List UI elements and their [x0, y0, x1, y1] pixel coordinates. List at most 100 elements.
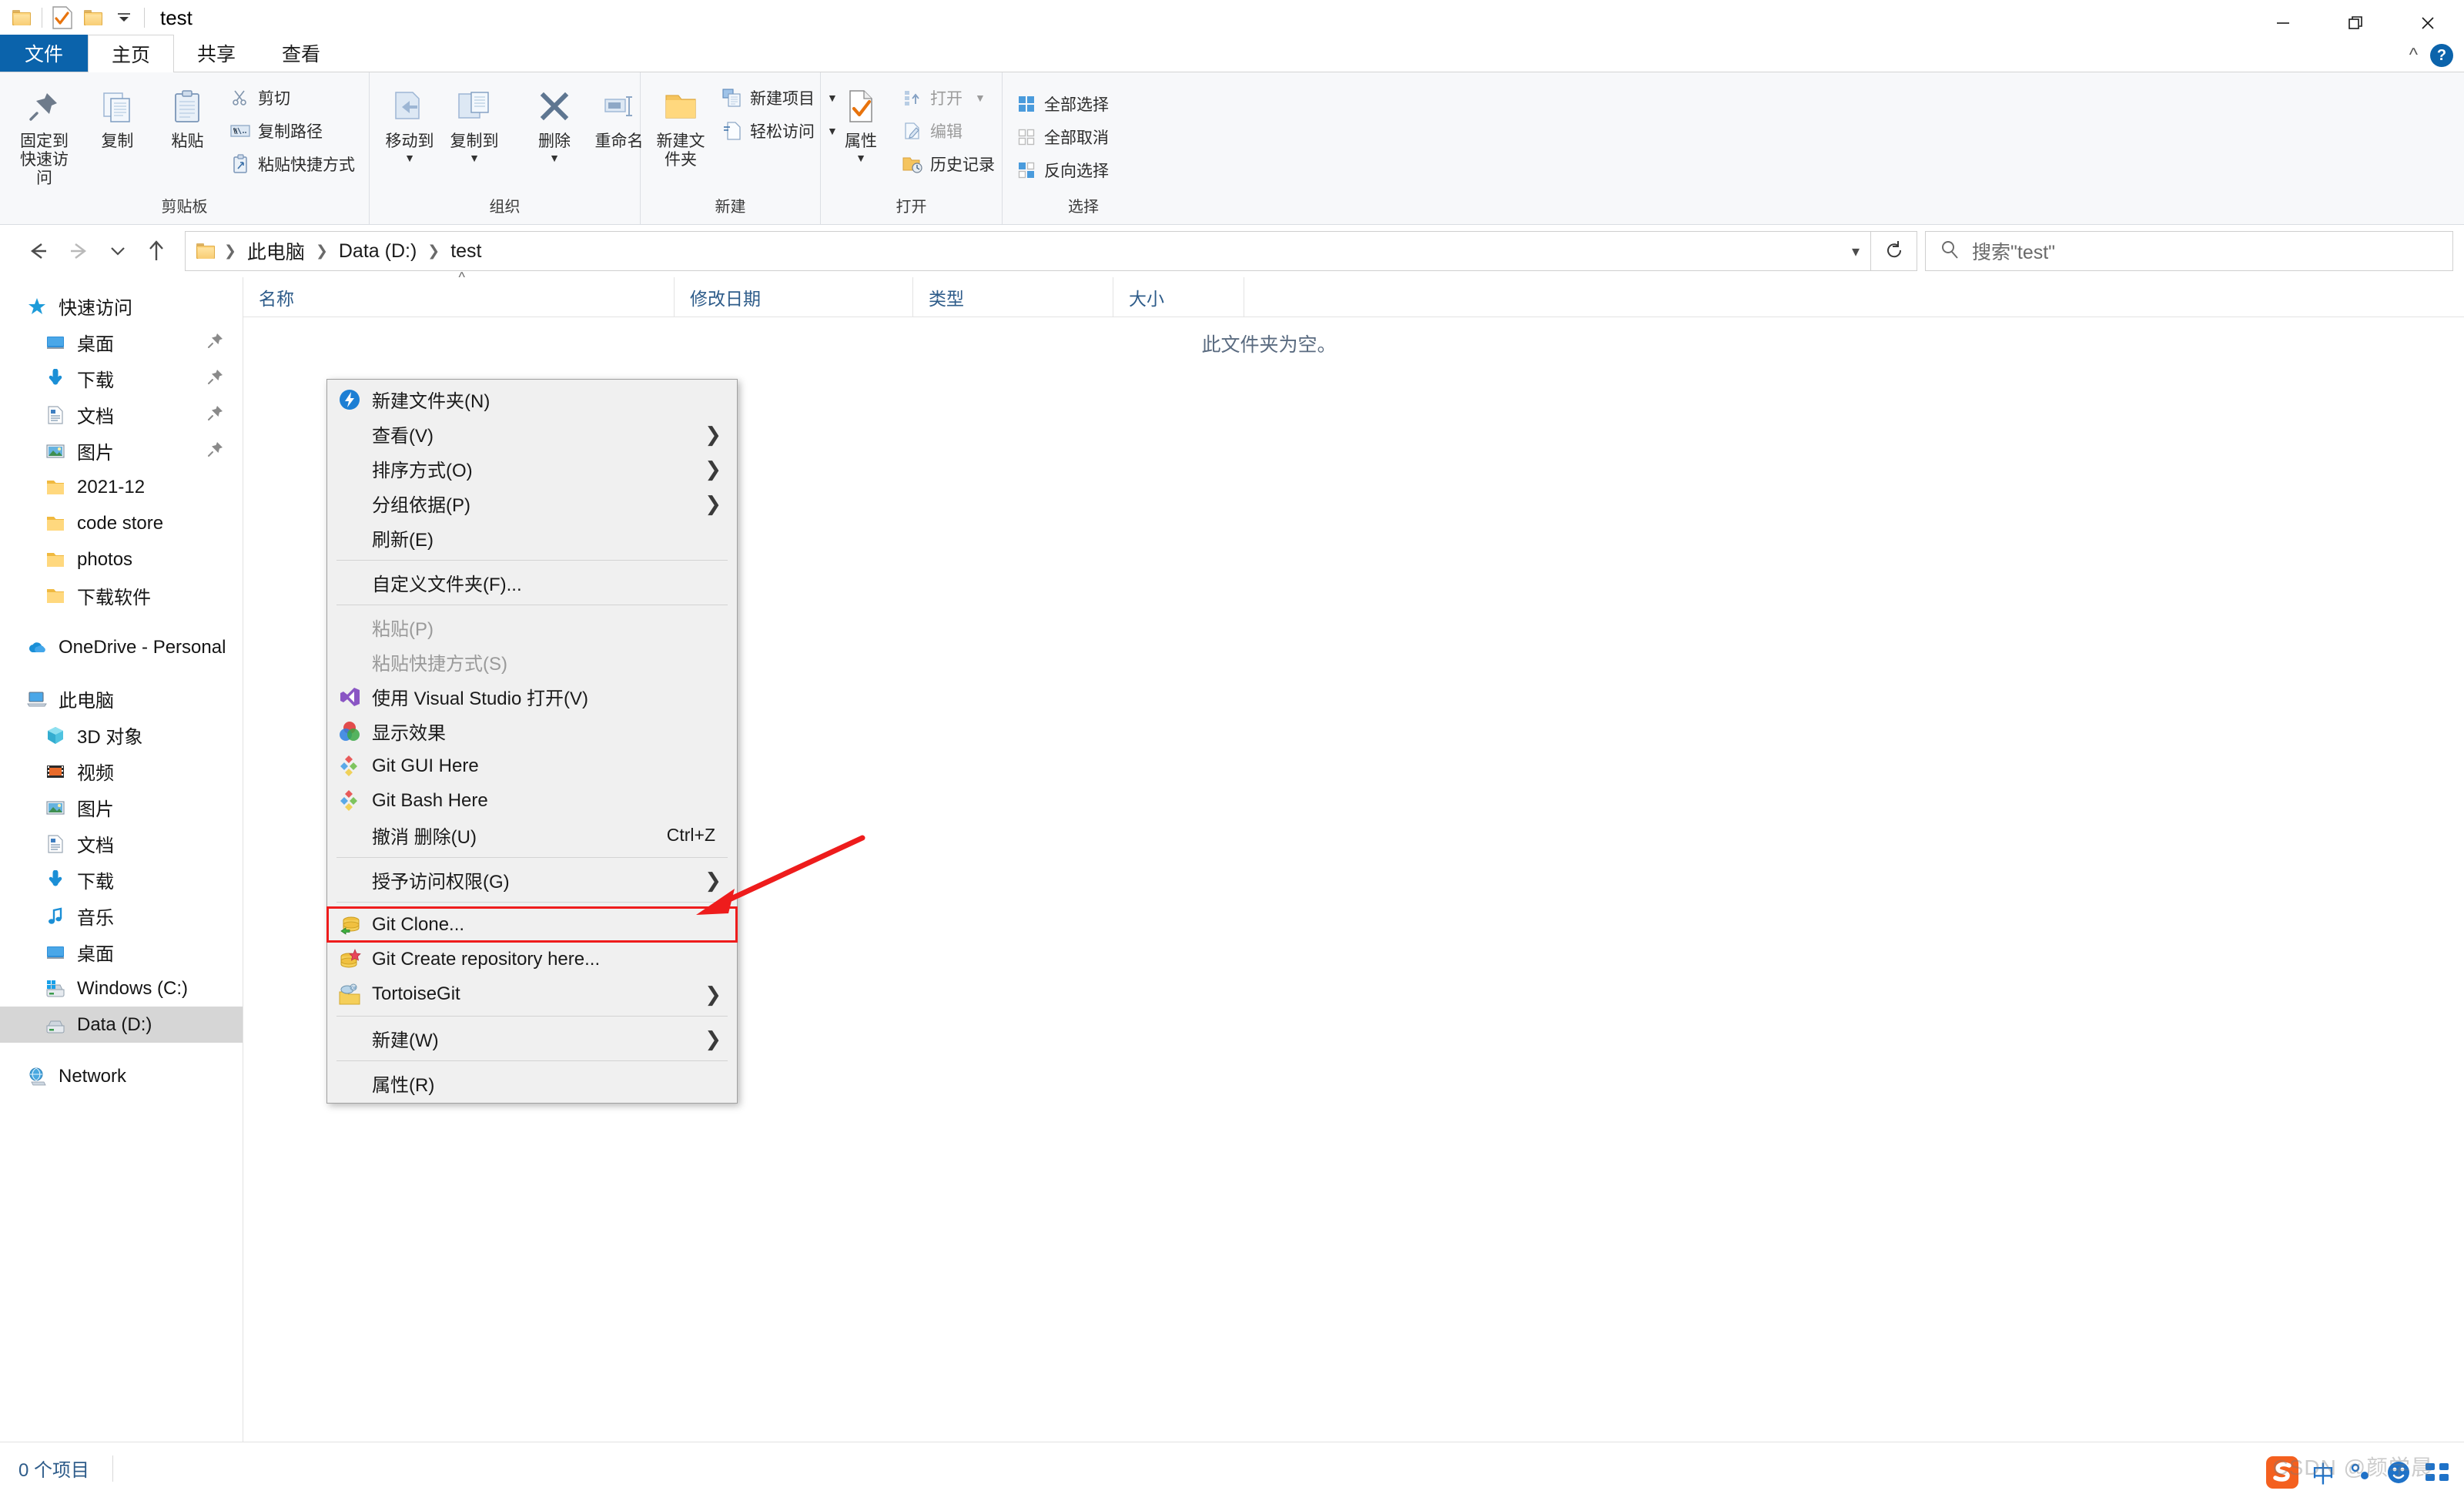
menu-item-新建w[interactable]: 新建(W) ❯	[327, 1021, 737, 1056]
menu-item-分组依据p[interactable]: 分组依据(P) ❯	[327, 486, 737, 521]
new-folder-button[interactable]: 新建文件夹	[648, 80, 713, 174]
chevron-up-icon[interactable]: ^	[2409, 45, 2418, 66]
breadcrumb-item-test[interactable]: test	[446, 239, 486, 264]
menu-item-刷新e[interactable]: 刷新(E)	[327, 521, 737, 555]
chevron-down-icon[interactable]: ▾	[1852, 242, 1860, 261]
sidebar-item-文档[interactable]: 文档	[0, 397, 243, 433]
pin-icon[interactable]	[207, 440, 224, 462]
ime-punctuation-icon[interactable]	[2347, 1462, 2373, 1483]
select-all-button[interactable]: 全部选择	[1010, 89, 1115, 119]
menu-item-git-clone[interactable]: Git Clone...	[326, 906, 738, 943]
sidebar-item-3d-对象[interactable]: 3D 对象	[0, 717, 243, 753]
sidebar-item-下载[interactable]: 下载	[0, 360, 243, 397]
sidebar-item-windows-c[interactable]: Windows (C:)	[0, 970, 243, 1007]
menu-item-新建文件夹n[interactable]: 新建文件夹(N)	[327, 382, 737, 417]
menu-item-label: Git Bash Here	[372, 789, 488, 811]
copy-button[interactable]: 复制	[84, 80, 151, 156]
breadcrumb-item-data-d[interactable]: Data (D:)	[334, 239, 421, 264]
sidebar-item-音乐[interactable]: 音乐	[0, 898, 243, 934]
menu-item-属性r[interactable]: 属性(R)	[327, 1066, 737, 1100]
column-header-size[interactable]: 大小	[1113, 276, 1244, 317]
properties-check-icon[interactable]	[47, 2, 78, 33]
breadcrumb[interactable]: ❯ 此电脑 ❯ Data (D:) ❯ test ▾	[185, 231, 1871, 271]
sidebar-item-图片[interactable]: 图片	[0, 433, 243, 469]
ime-toolbox-icon[interactable]	[2424, 1461, 2453, 1484]
sidebar-item-onedrive-personal[interactable]: OneDrive - Personal	[0, 629, 243, 665]
sidebar-item-photos[interactable]: photos	[0, 541, 243, 578]
column-header-type[interactable]: 类型	[913, 276, 1113, 317]
sidebar-item-文档[interactable]: 文档	[0, 826, 243, 862]
select-none-button[interactable]: 全部取消	[1010, 122, 1115, 152]
folder-icon[interactable]	[6, 2, 37, 33]
menu-item-tortoisegit[interactable]: Git TortoiseGit ❯	[327, 976, 737, 1011]
forward-button[interactable]	[59, 230, 100, 272]
sogou-logo-icon[interactable]	[2265, 1455, 2299, 1489]
menu-item-查看v[interactable]: 查看(V) ❯	[327, 417, 737, 451]
this-pc-icon	[26, 688, 48, 710]
invert-selection-icon	[1016, 160, 1036, 180]
chevron-down-icon[interactable]: ▼	[549, 152, 560, 163]
visual-studio-icon	[327, 685, 372, 708]
breadcrumb-separator[interactable]: ❯	[223, 243, 238, 260]
delete-button[interactable]: 删除 ▼	[522, 80, 587, 165]
breadcrumb-separator[interactable]: ❯	[426, 243, 441, 260]
menu-item-撤消-删除u[interactable]: 撤消 删除(U) Ctrl+Z	[327, 818, 737, 853]
pin-icon[interactable]	[207, 368, 224, 390]
column-header-date-modified[interactable]: 修改日期	[675, 276, 913, 317]
sidebar-item-视频[interactable]: 视频	[0, 753, 243, 789]
invert-selection-button[interactable]: 反向选择	[1010, 156, 1115, 185]
move-to-button[interactable]: 移动到 ▼	[377, 80, 442, 165]
sidebar-item-下载[interactable]: 下载	[0, 862, 243, 898]
chevron-down-icon[interactable]: ▼	[975, 92, 986, 103]
open-button[interactable]: 打开 ▼	[896, 83, 1001, 112]
tab-share[interactable]: 共享	[174, 35, 259, 72]
cut-button[interactable]: 剪切	[224, 83, 361, 112]
menu-item-git-create-repository-here[interactable]: Git Create repository here...	[327, 942, 737, 976]
menu-item-label: 粘贴快捷方式(S)	[372, 654, 507, 675]
breadcrumb-separator[interactable]: ❯	[314, 243, 330, 260]
recent-locations-button[interactable]	[100, 230, 136, 272]
new-folder-icon[interactable]	[78, 2, 109, 33]
paste-button[interactable]: 粘贴	[154, 80, 221, 156]
refresh-button[interactable]	[1871, 231, 1917, 271]
chevron-down-icon[interactable]: ▼	[404, 152, 415, 163]
sidebar-item-快速访问[interactable]: 快速访问	[0, 288, 243, 324]
sidebar-item-图片[interactable]: 图片	[0, 789, 243, 826]
sidebar-item-此电脑[interactable]: 此电脑	[0, 681, 243, 717]
sidebar-item-data-d[interactable]: Data (D:)	[0, 1007, 243, 1043]
edit-button[interactable]: 编辑	[896, 116, 1001, 146]
up-one-level-button[interactable]	[136, 230, 177, 272]
menu-item-排序方式o[interactable]: 排序方式(O) ❯	[327, 451, 737, 486]
back-button[interactable]	[17, 230, 59, 272]
tab-home[interactable]: 主页	[88, 35, 175, 72]
menu-item-git-bash-here[interactable]: Git Bash Here	[327, 783, 737, 818]
column-header-name[interactable]: ^ 名称	[243, 270, 675, 317]
tab-view[interactable]: 查看	[259, 35, 344, 72]
breadcrumb-item-this-pc[interactable]: 此电脑	[243, 236, 310, 266]
chevron-down-icon[interactable]: ▼	[469, 152, 480, 163]
menu-item-授予访问权限g[interactable]: 授予访问权限(G) ❯	[327, 863, 737, 897]
chevron-down-icon[interactable]: ▼	[855, 152, 866, 163]
sidebar-item-2021-12[interactable]: 2021-12	[0, 469, 243, 505]
menu-item-自定义文件夹f[interactable]: 自定义文件夹(F)...	[327, 565, 737, 600]
pin-icon[interactable]	[207, 404, 224, 426]
copy-to-button[interactable]: 复制到 ▼	[442, 80, 507, 165]
pin-to-quick-access-button[interactable]: 固定到快速访问	[8, 80, 81, 193]
history-button[interactable]: 历史记录	[896, 149, 1001, 179]
menu-item-显示效果[interactable]: 显示效果	[327, 714, 737, 749]
sidebar-item-桌面[interactable]: 桌面	[0, 934, 243, 970]
tab-file[interactable]: 文件	[0, 35, 89, 72]
menu-item-git-gui-here[interactable]: Git GUI Here	[327, 749, 737, 783]
customize-dropdown-icon[interactable]	[109, 2, 139, 33]
sidebar-item-下载软件[interactable]: 下载软件	[0, 578, 243, 614]
help-question-icon[interactable]: ?	[2430, 44, 2453, 67]
search-input[interactable]: 搜索"test"	[1925, 231, 2453, 271]
menu-item-使用-visual-studio-打开v[interactable]: 使用 Visual Studio 打开(V)	[327, 679, 737, 714]
ime-chinese-icon[interactable]: 中	[2312, 1455, 2335, 1489]
paste-shortcut-button[interactable]: 粘贴快捷方式	[224, 149, 361, 179]
sidebar-item-code-store[interactable]: code store	[0, 505, 243, 541]
ime-smiley-icon[interactable]	[2385, 1459, 2412, 1486]
properties-button[interactable]: 属性 ▼	[829, 80, 893, 165]
copy-path-button[interactable]: \\ 复制路径	[224, 116, 361, 146]
sidebar-item-network[interactable]: Network	[0, 1058, 243, 1094]
